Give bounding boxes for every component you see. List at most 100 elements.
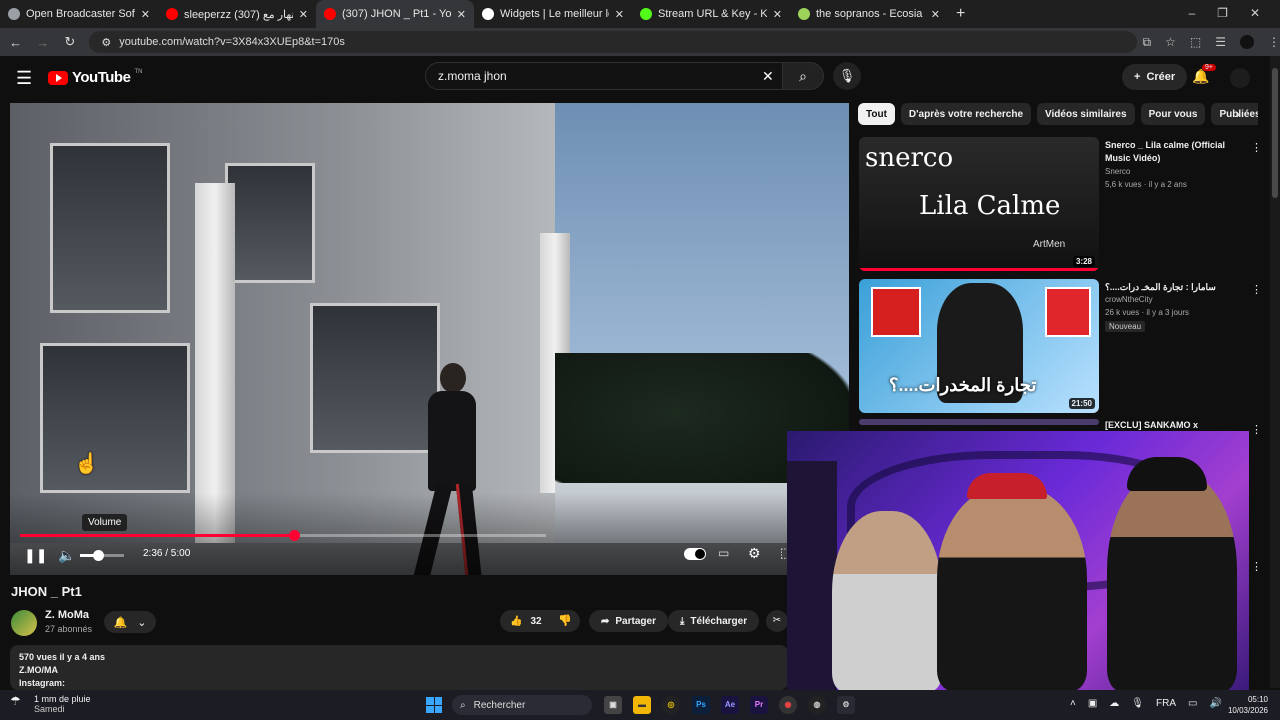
browser-tab[interactable]: (307) JHON _ Pt1 - YouTube ✕ xyxy=(316,0,474,28)
tab-close-icon[interactable]: ✕ xyxy=(773,8,782,21)
tab-favicon xyxy=(640,8,652,20)
chip-for-you[interactable]: Pour vous xyxy=(1140,103,1206,125)
tab-close-icon[interactable]: ✕ xyxy=(141,8,150,21)
site-info-icon[interactable]: ⚙ xyxy=(101,36,111,49)
youtube-logo-text: YouTube xyxy=(72,69,131,86)
clip-scissors-icon[interactable]: ✂ xyxy=(766,610,788,632)
settings-gear-icon[interactable]: ⚙ xyxy=(837,696,855,714)
progress-scrubber[interactable] xyxy=(288,530,300,541)
video-thumbnail[interactable]: snerco Lila Calme ArtMen 3:28 xyxy=(859,137,1099,271)
tray-app-icon[interactable]: ▣ xyxy=(1088,698,1097,709)
thumbs-down-icon[interactable]: 👎 xyxy=(558,614,572,627)
video-thumbnail[interactable] xyxy=(859,419,1099,425)
account-avatar[interactable] xyxy=(1230,68,1250,88)
recommendation-title[interactable]: سامارا : تجارة المخـ درات....؟ xyxy=(1105,281,1237,294)
chevron-right-icon[interactable]: › xyxy=(1236,107,1240,121)
extensions-icon[interactable]: ⬚ xyxy=(1190,35,1201,50)
create-button[interactable]: + Créer xyxy=(1122,64,1188,90)
forward-icon[interactable]: → xyxy=(31,35,54,50)
taskbar-clock[interactable]: 05:10 10/03/2026 xyxy=(1220,694,1268,716)
browser-tab[interactable]: the sopranos - Ecosia - Images ✕ xyxy=(790,0,948,28)
install-icon[interactable]: ⧉ xyxy=(1143,35,1152,50)
more-options-icon[interactable]: ⋮ xyxy=(1251,423,1262,436)
more-options-icon[interactable]: ⋮ xyxy=(1251,283,1262,296)
browser-tab[interactable]: Stream URL & Key - Kick Dashb ✕ xyxy=(632,0,790,28)
like-button[interactable]: 👍 32 👎 xyxy=(500,610,580,632)
autoplay-toggle[interactable] xyxy=(684,548,706,560)
chip-related-search[interactable]: D'après votre recherche xyxy=(900,103,1032,125)
subtitles-icon[interactable]: ▭ xyxy=(718,546,729,560)
browser-tab[interactable]: sleeperzz عديتا نهار مع (307) ... ✕ xyxy=(158,0,316,28)
new-tab-button[interactable]: + xyxy=(956,5,965,23)
photoshop-icon[interactable]: Ps xyxy=(692,696,710,714)
app-icon[interactable]: ◎ xyxy=(662,696,680,714)
tab-title: the sopranos - Ecosia - Images xyxy=(816,8,925,20)
progress-bar[interactable] xyxy=(20,530,546,541)
youtube-logo[interactable]: YouTube TN xyxy=(48,69,142,86)
recommendation-channel[interactable]: Snerco xyxy=(1105,167,1130,176)
browser-tab[interactable]: Open Broadcaster Software | O ✕ xyxy=(0,0,158,28)
recommendation-item[interactable]: تجارة المخدرات....؟ 21:50 سامارا : تجارة… xyxy=(859,279,1262,413)
premiere-icon[interactable]: Pr xyxy=(750,696,768,714)
more-options-icon[interactable]: ⋮ xyxy=(1251,141,1262,154)
scrollbar-thumb[interactable] xyxy=(1272,68,1278,198)
taskbar-search-label: Rechercher xyxy=(473,699,526,711)
hamburger-menu-icon[interactable]: ☰ xyxy=(16,68,32,89)
chevron-up-icon[interactable]: ˄ xyxy=(1070,698,1076,709)
search-input[interactable]: z.moma jhon xyxy=(425,62,783,90)
description-box[interactable]: 570 vues il y a 4 ans Z.MO/MA Instagram: xyxy=(10,645,788,690)
more-options-icon[interactable]: ⋮ xyxy=(1251,560,1262,573)
tab-close-icon[interactable]: ✕ xyxy=(931,8,940,21)
recommendation-channel[interactable]: crowNtheCity xyxy=(1105,295,1153,304)
page-scrollbar[interactable] xyxy=(1270,56,1280,688)
maximize-button[interactable]: ❐ xyxy=(1217,6,1228,20)
clear-search-icon[interactable]: ✕ xyxy=(762,68,774,85)
chip-similar[interactable]: Vidéos similaires xyxy=(1037,103,1135,125)
onedrive-icon[interactable]: ☁ xyxy=(1109,698,1119,709)
windows-start-icon[interactable] xyxy=(426,697,442,713)
tab-close-icon[interactable]: ✕ xyxy=(615,8,624,21)
chip-published[interactable]: Publiées xyxy=(1211,103,1258,125)
reload-icon[interactable]: ↻ xyxy=(58,34,81,50)
task-view-icon[interactable]: ▣ xyxy=(604,696,622,714)
recommendation-title[interactable]: Snerco _ Lila calme (Official Music Vidé… xyxy=(1105,139,1237,165)
microphone-icon[interactable]: 🎙 xyxy=(1131,698,1144,709)
network-icon[interactable]: ▭ xyxy=(1188,698,1197,709)
channel-avatar[interactable] xyxy=(11,610,37,636)
browser-tab[interactable]: Widgets | Le meilleur logiciel p ✕ xyxy=(474,0,632,28)
language-indicator[interactable]: FRA xyxy=(1156,698,1176,709)
volume-slider[interactable] xyxy=(80,550,124,561)
browser-menu-icon[interactable]: ⋮ xyxy=(1268,35,1280,50)
obs-icon[interactable]: ◍ xyxy=(808,696,826,714)
tab-close-icon[interactable]: ✕ xyxy=(457,8,466,21)
chrome-icon[interactable]: ◉ xyxy=(779,696,797,714)
after-effects-icon[interactable]: Ae xyxy=(721,696,739,714)
bookmark-star-icon[interactable]: ☆ xyxy=(1165,35,1176,50)
plus-icon: + xyxy=(1134,71,1141,83)
profile-avatar[interactable] xyxy=(1240,34,1254,49)
subscription-bell-button[interactable]: 🔔 ⌄ xyxy=(104,611,156,633)
volume-icon[interactable]: 🔈 xyxy=(58,547,75,564)
video-thumbnail[interactable]: تجارة المخدرات....؟ 21:50 xyxy=(859,279,1099,413)
create-label: Créer xyxy=(1146,71,1176,83)
search-button[interactable]: ⌕ xyxy=(782,62,824,90)
file-explorer-icon[interactable]: ▬ xyxy=(633,696,651,714)
minimize-button[interactable]: – xyxy=(1188,6,1195,20)
url-bar[interactable]: ⚙ youtube.com/watch?v=3X84x3XUEp8&t=170s xyxy=(89,31,1137,53)
download-button[interactable]: ⤓ Télécharger xyxy=(668,610,760,632)
share-button[interactable]: ➦ Partager xyxy=(589,610,668,632)
chip-all[interactable]: Tout xyxy=(858,103,895,125)
channel-name[interactable]: Z. MoMa xyxy=(45,609,89,621)
tab-close-icon[interactable]: ✕ xyxy=(299,8,308,21)
recommendation-item[interactable]: snerco Lila Calme ArtMen 3:28 Snerco _ L… xyxy=(859,137,1262,271)
settings-gear-icon[interactable]: ⚙ xyxy=(748,545,761,562)
voice-search-button[interactable]: 🎙 xyxy=(833,62,861,90)
taskbar-search[interactable]: ⌕ Rechercher xyxy=(452,695,592,715)
close-window-button[interactable]: ✕ xyxy=(1250,6,1260,20)
volume-knob[interactable] xyxy=(92,550,104,561)
pause-button[interactable]: ❚❚ xyxy=(24,547,47,564)
media-icon[interactable]: ☰ xyxy=(1215,35,1226,50)
recommendation-item[interactable]: [EXCLU] SANKAMO x ⋮ xyxy=(859,419,1262,436)
back-icon[interactable]: ← xyxy=(4,35,27,50)
video-player[interactable]: Volume ❚❚ 🔈 2:36 / 5:00 ▭ ⚙ ⬚ xyxy=(10,103,849,575)
